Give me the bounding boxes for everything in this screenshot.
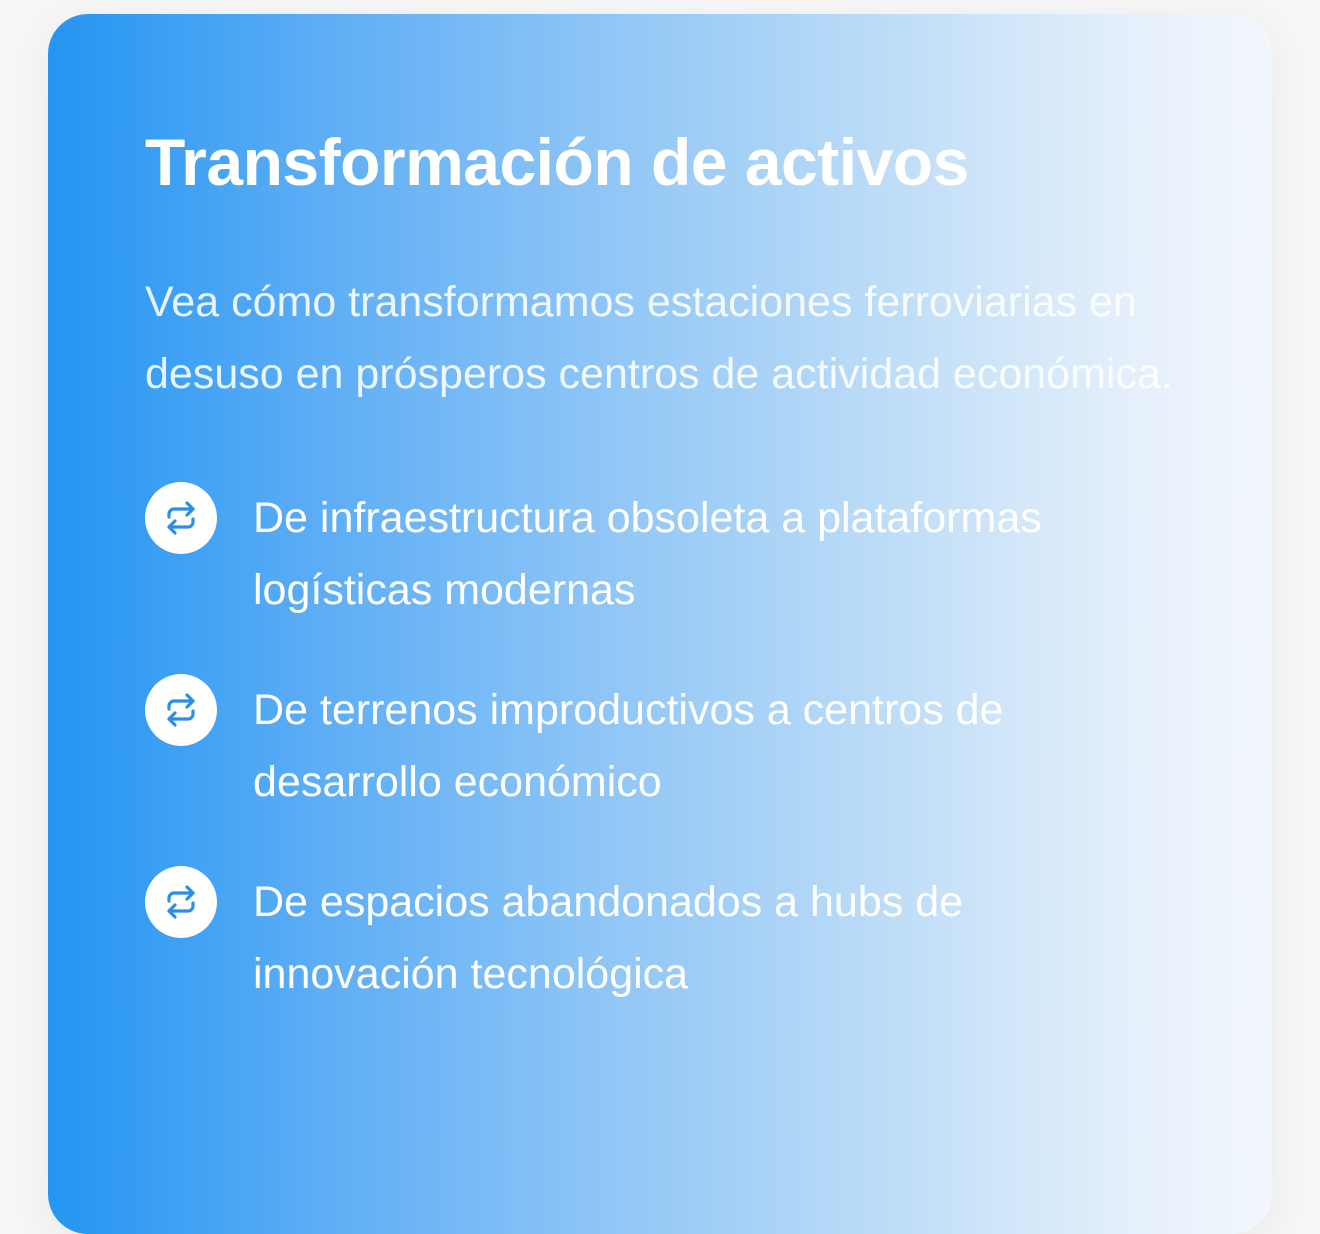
asset-transformation-card: Transformación de activos Vea cómo trans… bbox=[48, 14, 1272, 1234]
list-item-text: De terrenos improductivos a centros de d… bbox=[253, 686, 1004, 806]
swap-arrows-icon bbox=[145, 482, 217, 554]
list-item: De terrenos improductivos a centros de d… bbox=[145, 674, 1176, 818]
transformation-list: De infraestructura obsoleta a plataforma… bbox=[145, 482, 1176, 1010]
list-item-text: De infraestructura obsoleta a plataforma… bbox=[253, 494, 1042, 614]
card-description: Vea cómo transformamos estaciones ferrov… bbox=[145, 278, 1173, 398]
swap-arrows-icon bbox=[145, 674, 217, 746]
list-item-text: De espacios abandonados a hubs de innova… bbox=[253, 878, 964, 998]
list-item: De infraestructura obsoleta a plataforma… bbox=[145, 482, 1176, 626]
card-title: Transformación de activos bbox=[145, 125, 969, 199]
list-item: De espacios abandonados a hubs de innova… bbox=[145, 866, 1176, 1010]
swap-arrows-icon bbox=[145, 866, 217, 938]
